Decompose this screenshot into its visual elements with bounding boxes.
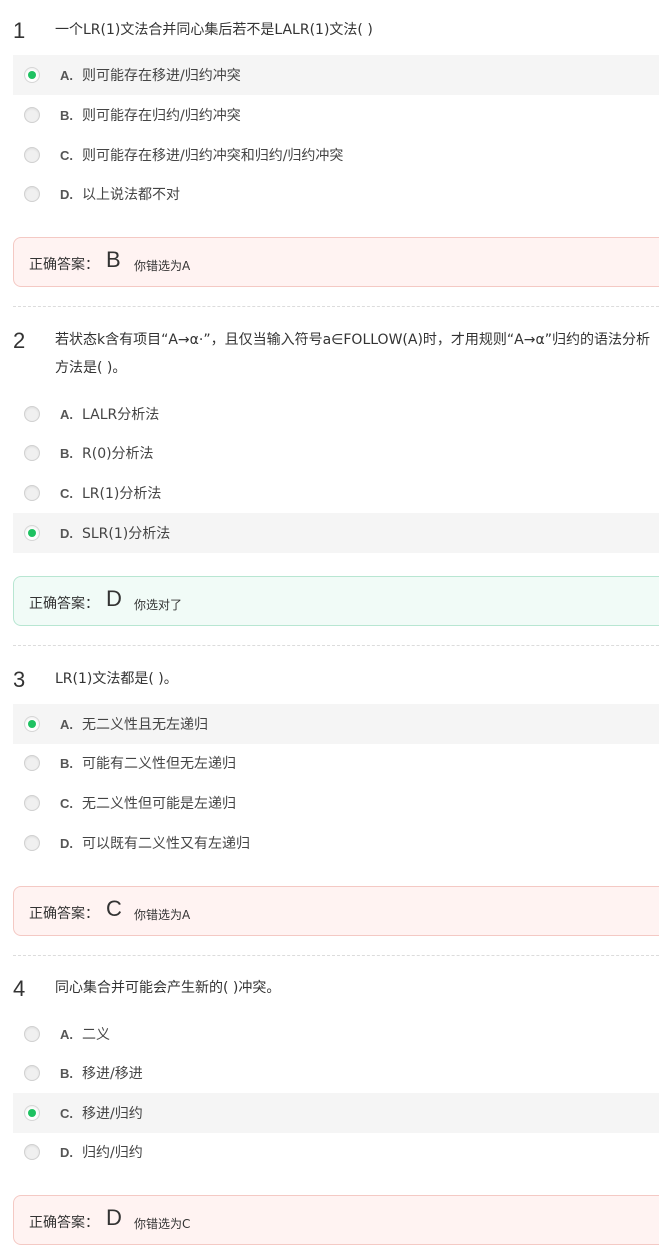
answer-result: 你错选为A — [134, 908, 191, 922]
answer-label: 正确答案： — [29, 1215, 99, 1231]
option-c[interactable]: C. 移进/归约 — [13, 1093, 659, 1133]
option-text: 则可能存在归约/归约冲突 — [82, 108, 241, 124]
option-c[interactable]: C. 无二义性但可能是左递归 — [13, 783, 659, 823]
option-d[interactable]: D. 可以既有二义性又有左递归 — [13, 823, 659, 863]
option-text: 移进/归约 — [82, 1106, 143, 1122]
answer-result: 你错选为A — [134, 259, 191, 273]
divider — [13, 306, 659, 307]
radio-button[interactable] — [24, 107, 40, 123]
question-stem: 一个LR(1)文法合并同心集后若不是LALR(1)文法( ) — [55, 22, 373, 38]
option-c[interactable]: C. LR(1)分析法 — [13, 473, 659, 513]
question-number: 4 — [13, 976, 26, 1001]
radio-button[interactable] — [24, 1065, 40, 1081]
option-b[interactable]: B. 可能有二义性但无左递归 — [13, 743, 659, 783]
radio-button[interactable] — [24, 835, 40, 851]
option-d[interactable]: D. 以上说法都不对 — [13, 174, 659, 214]
option-letter: D. — [60, 1144, 73, 1160]
option-letter: B. — [60, 107, 73, 123]
option-text: LR(1)分析法 — [82, 486, 162, 502]
option-text: SLR(1)分析法 — [82, 526, 171, 542]
option-letter: C. — [60, 485, 73, 501]
question-stem: 若状态k含有项目“A→α·”，且仅当输入符号a∈FOLLOW(A)时，才用规则“… — [55, 332, 650, 376]
option-letter: C. — [60, 795, 73, 811]
correct-answer: D — [106, 1205, 122, 1230]
option-letter: B. — [60, 445, 73, 461]
option-letter: A. — [60, 67, 73, 83]
radio-button[interactable] — [24, 1105, 40, 1121]
radio-button[interactable] — [24, 147, 40, 163]
option-text: 无二义性且无左递归 — [82, 717, 208, 733]
option-letter: A. — [60, 1026, 73, 1042]
option-a[interactable]: A. 无二义性且无左递归 — [13, 704, 659, 744]
option-text: 移进/移进 — [82, 1066, 143, 1082]
divider — [13, 645, 659, 646]
correct-answer: D — [106, 586, 122, 611]
option-text: 二义 — [82, 1027, 110, 1043]
answer-label: 正确答案： — [29, 257, 99, 273]
radio-button[interactable] — [24, 67, 40, 83]
option-text: LALR分析法 — [82, 407, 160, 423]
option-letter: C. — [60, 147, 73, 163]
radio-button[interactable] — [24, 406, 40, 422]
option-letter: D. — [60, 186, 73, 202]
option-b[interactable]: B. 则可能存在归约/归约冲突 — [13, 95, 659, 135]
answer-box: 正确答案： C 你错选为A — [13, 886, 659, 936]
option-letter: B. — [60, 1065, 73, 1081]
question-number: 3 — [13, 667, 26, 692]
correct-answer: B — [106, 247, 121, 272]
answer-result: 你错选为C — [134, 1217, 191, 1231]
option-c[interactable]: C. 则可能存在移进/归约冲突和归约/归约冲突 — [13, 135, 659, 175]
option-text: 则可能存在移进/归约冲突和归约/归约冲突 — [82, 148, 344, 164]
option-text: 归约/归约 — [82, 1145, 143, 1161]
option-letter: C. — [60, 1105, 73, 1121]
option-letter: D. — [60, 835, 73, 851]
option-a[interactable]: A. LALR分析法 — [13, 394, 659, 434]
option-b[interactable]: B. 移进/移进 — [13, 1053, 659, 1093]
radio-button[interactable] — [24, 186, 40, 202]
answer-box: 正确答案： B 你错选为A — [13, 237, 659, 287]
option-text: 无二义性但可能是左递归 — [82, 796, 236, 812]
radio-button[interactable] — [24, 485, 40, 501]
answer-box: 正确答案： D 你选对了 — [13, 576, 659, 626]
option-text: 可能有二义性但无左递归 — [82, 756, 236, 772]
option-letter: A. — [60, 406, 73, 422]
answer-result: 你选对了 — [134, 598, 183, 612]
radio-button[interactable] — [24, 445, 40, 461]
radio-button[interactable] — [24, 1144, 40, 1160]
option-a[interactable]: A. 二义 — [13, 1014, 659, 1054]
question-number: 2 — [13, 328, 26, 353]
option-text: 则可能存在移进/归约冲突 — [82, 68, 241, 84]
option-text: 可以既有二义性又有左递归 — [82, 836, 250, 852]
divider — [13, 955, 659, 956]
option-a[interactable]: A. 则可能存在移进/归约冲突 — [13, 55, 659, 95]
correct-answer: C — [106, 896, 122, 921]
radio-button[interactable] — [24, 525, 40, 541]
answer-label: 正确答案： — [29, 596, 99, 612]
radio-button[interactable] — [24, 1026, 40, 1042]
option-text: 以上说法都不对 — [82, 187, 180, 203]
question-number: 1 — [13, 18, 26, 43]
option-d[interactable]: D. 归约/归约 — [13, 1132, 659, 1172]
option-letter: B. — [60, 755, 73, 771]
radio-button[interactable] — [24, 716, 40, 732]
option-letter: A. — [60, 716, 73, 732]
answer-label: 正确答案： — [29, 906, 99, 922]
question-stem: LR(1)文法都是( )。 — [55, 671, 178, 687]
option-d[interactable]: D. SLR(1)分析法 — [13, 513, 659, 553]
question-stem: 同心集合并可能会产生新的( )冲突。 — [55, 980, 281, 996]
answer-box: 正确答案： D 你错选为C — [13, 1195, 659, 1245]
option-letter: D. — [60, 525, 73, 541]
radio-button[interactable] — [24, 795, 40, 811]
option-text: R(0)分析法 — [82, 446, 154, 462]
radio-button[interactable] — [24, 755, 40, 771]
option-b[interactable]: B. R(0)分析法 — [13, 433, 659, 473]
